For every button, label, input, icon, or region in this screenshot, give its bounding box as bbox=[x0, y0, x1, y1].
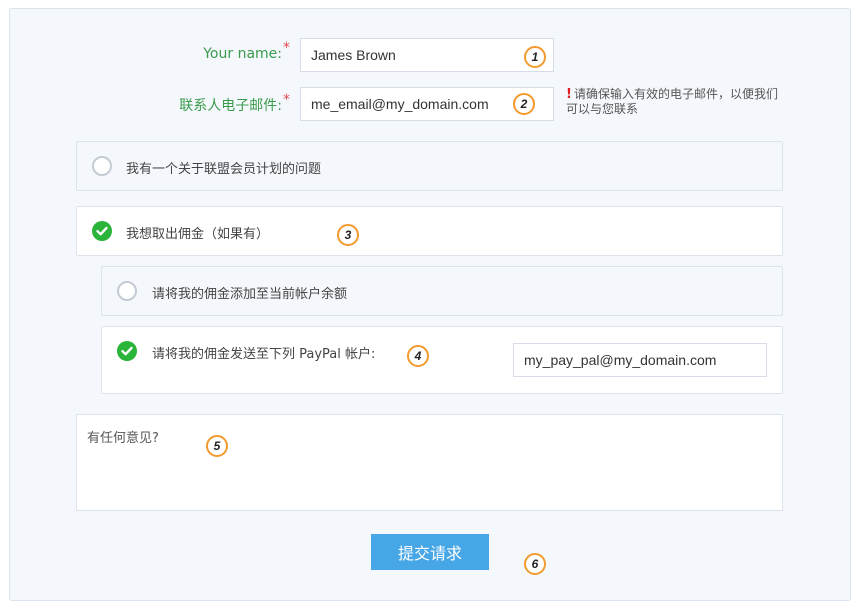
badge-2: 2 bbox=[513, 93, 535, 115]
submit-request-button[interactable]: 提交请求 bbox=[371, 534, 489, 570]
suboption-paypal[interactable]: 请将我的佣金发送至下列 PayPal 帐户: bbox=[101, 326, 783, 394]
option-question-label: 我有一个关于联盟会员计划的问题 bbox=[126, 162, 322, 177]
name-label-text: Your name: bbox=[203, 46, 282, 62]
email-warning-text: 请确保输入有效的电子邮件，以便我们可以与您联系 bbox=[566, 87, 778, 116]
suboption-add-balance-label: 请将我的佣金添加至当前帐户余额 bbox=[152, 287, 348, 302]
paypal-account-input[interactable] bbox=[513, 343, 767, 377]
checkmark-icon[interactable] bbox=[92, 221, 112, 241]
email-label: 联系人电子邮件:* bbox=[130, 92, 290, 115]
option-question[interactable]: 我有一个关于联盟会员计划的问题 bbox=[76, 141, 783, 191]
warning-icon: ! bbox=[566, 87, 572, 102]
badge-3: 3 bbox=[337, 224, 359, 246]
suboption-add-balance[interactable]: 请将我的佣金添加至当前帐户余额 bbox=[101, 266, 783, 316]
name-input[interactable] bbox=[300, 38, 554, 72]
name-required-mark: * bbox=[283, 40, 290, 56]
radio-unchecked-icon[interactable] bbox=[92, 156, 112, 176]
email-label-text: 联系人电子邮件: bbox=[179, 98, 282, 114]
badge-4: 4 bbox=[407, 345, 429, 367]
option-withdraw[interactable]: 我想取出佣金（如果有） bbox=[76, 206, 783, 256]
option-withdraw-label: 我想取出佣金（如果有） bbox=[126, 227, 270, 242]
email-warning: ! 请确保输入有效的电子邮件，以便我们可以与您联系 bbox=[566, 87, 786, 116]
checkmark-icon[interactable] bbox=[117, 341, 137, 361]
name-label: Your name:* bbox=[150, 40, 290, 62]
comments-textarea[interactable] bbox=[76, 414, 783, 511]
badge-1: 1 bbox=[524, 46, 546, 68]
badge-5: 5 bbox=[206, 435, 228, 457]
radio-unchecked-icon[interactable] bbox=[117, 281, 137, 301]
suboption-paypal-label: 请将我的佣金发送至下列 PayPal 帐户: bbox=[152, 347, 376, 362]
email-required-mark: * bbox=[283, 92, 290, 108]
badge-6: 6 bbox=[524, 553, 546, 575]
